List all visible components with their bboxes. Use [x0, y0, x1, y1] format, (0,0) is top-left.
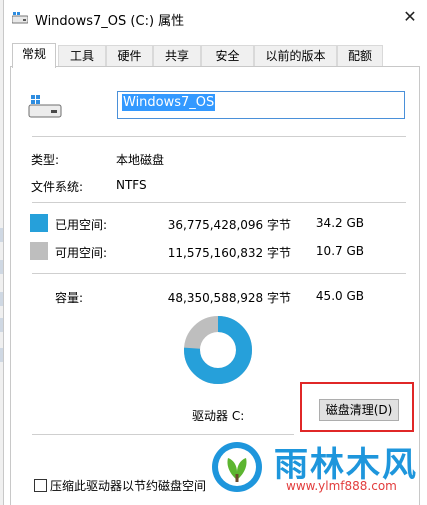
compress-checkbox-label[interactable]: 压缩此驱动器以节约磁盘空间: [50, 477, 206, 494]
divider: [32, 434, 294, 435]
drive-large-icon: [28, 95, 62, 118]
window-title: Windows7_OS (C:) 属性: [35, 14, 185, 29]
drive-letter-label: 驱动器 C:: [192, 409, 245, 423]
free-space-swatch: [30, 242, 48, 260]
used-space-bytes: 36,775,428,096 字节: [167, 218, 291, 232]
close-button[interactable]: ✕: [398, 6, 422, 28]
capacity-size: 45.0 GB: [315, 289, 364, 303]
drive-name-input[interactable]: Windows7_OS: [117, 91, 405, 119]
tab-general[interactable]: 常规: [12, 43, 56, 68]
close-icon: ✕: [403, 7, 417, 26]
divider: [32, 273, 406, 274]
drive-icon: [12, 12, 28, 24]
capacity-label: 容量:: [55, 291, 84, 305]
tab-tools[interactable]: 工具: [58, 45, 106, 67]
properties-dialog: Windows7_OS (C:) 属性 ✕ 常规 工具 硬件 共享 安全 以前的…: [3, 0, 427, 505]
tab-security[interactable]: 安全: [201, 45, 254, 67]
highlight-box: [300, 382, 414, 432]
used-space-label: 已用空间:: [55, 218, 108, 232]
divider: [32, 136, 406, 137]
free-space-label: 可用空间:: [55, 246, 108, 260]
filesystem-value: NTFS: [116, 178, 147, 192]
tab-quota[interactable]: 配额: [337, 45, 383, 67]
compress-checkbox[interactable]: [34, 479, 47, 492]
tab-hardware[interactable]: 硬件: [106, 45, 153, 67]
divider: [32, 202, 406, 203]
capacity-bytes: 48,350,588,928 字节: [167, 291, 291, 305]
title-bar[interactable]: Windows7_OS (C:) 属性 ✕: [4, 0, 427, 36]
type-value: 本地磁盘: [116, 153, 165, 167]
disk-usage-donut: [184, 316, 252, 384]
drive-name-value: Windows7_OS: [122, 94, 216, 111]
used-space-swatch: [30, 214, 48, 232]
watermark-logo: [212, 442, 262, 492]
filesystem-label: 文件系统:: [31, 180, 84, 194]
used-space-size: 34.2 GB: [315, 216, 364, 230]
free-space-bytes: 11,575,160,832 字节: [167, 246, 291, 260]
type-label: 类型:: [31, 153, 60, 167]
tab-previous-versions[interactable]: 以前的版本: [254, 45, 337, 67]
free-space-size: 10.7 GB: [315, 244, 364, 258]
tab-strip: 常规 工具 硬件 共享 安全 以前的版本 配额: [10, 43, 420, 68]
watermark-url: www.ylmf888.com: [286, 479, 397, 493]
tab-sharing[interactable]: 共享: [153, 45, 201, 67]
